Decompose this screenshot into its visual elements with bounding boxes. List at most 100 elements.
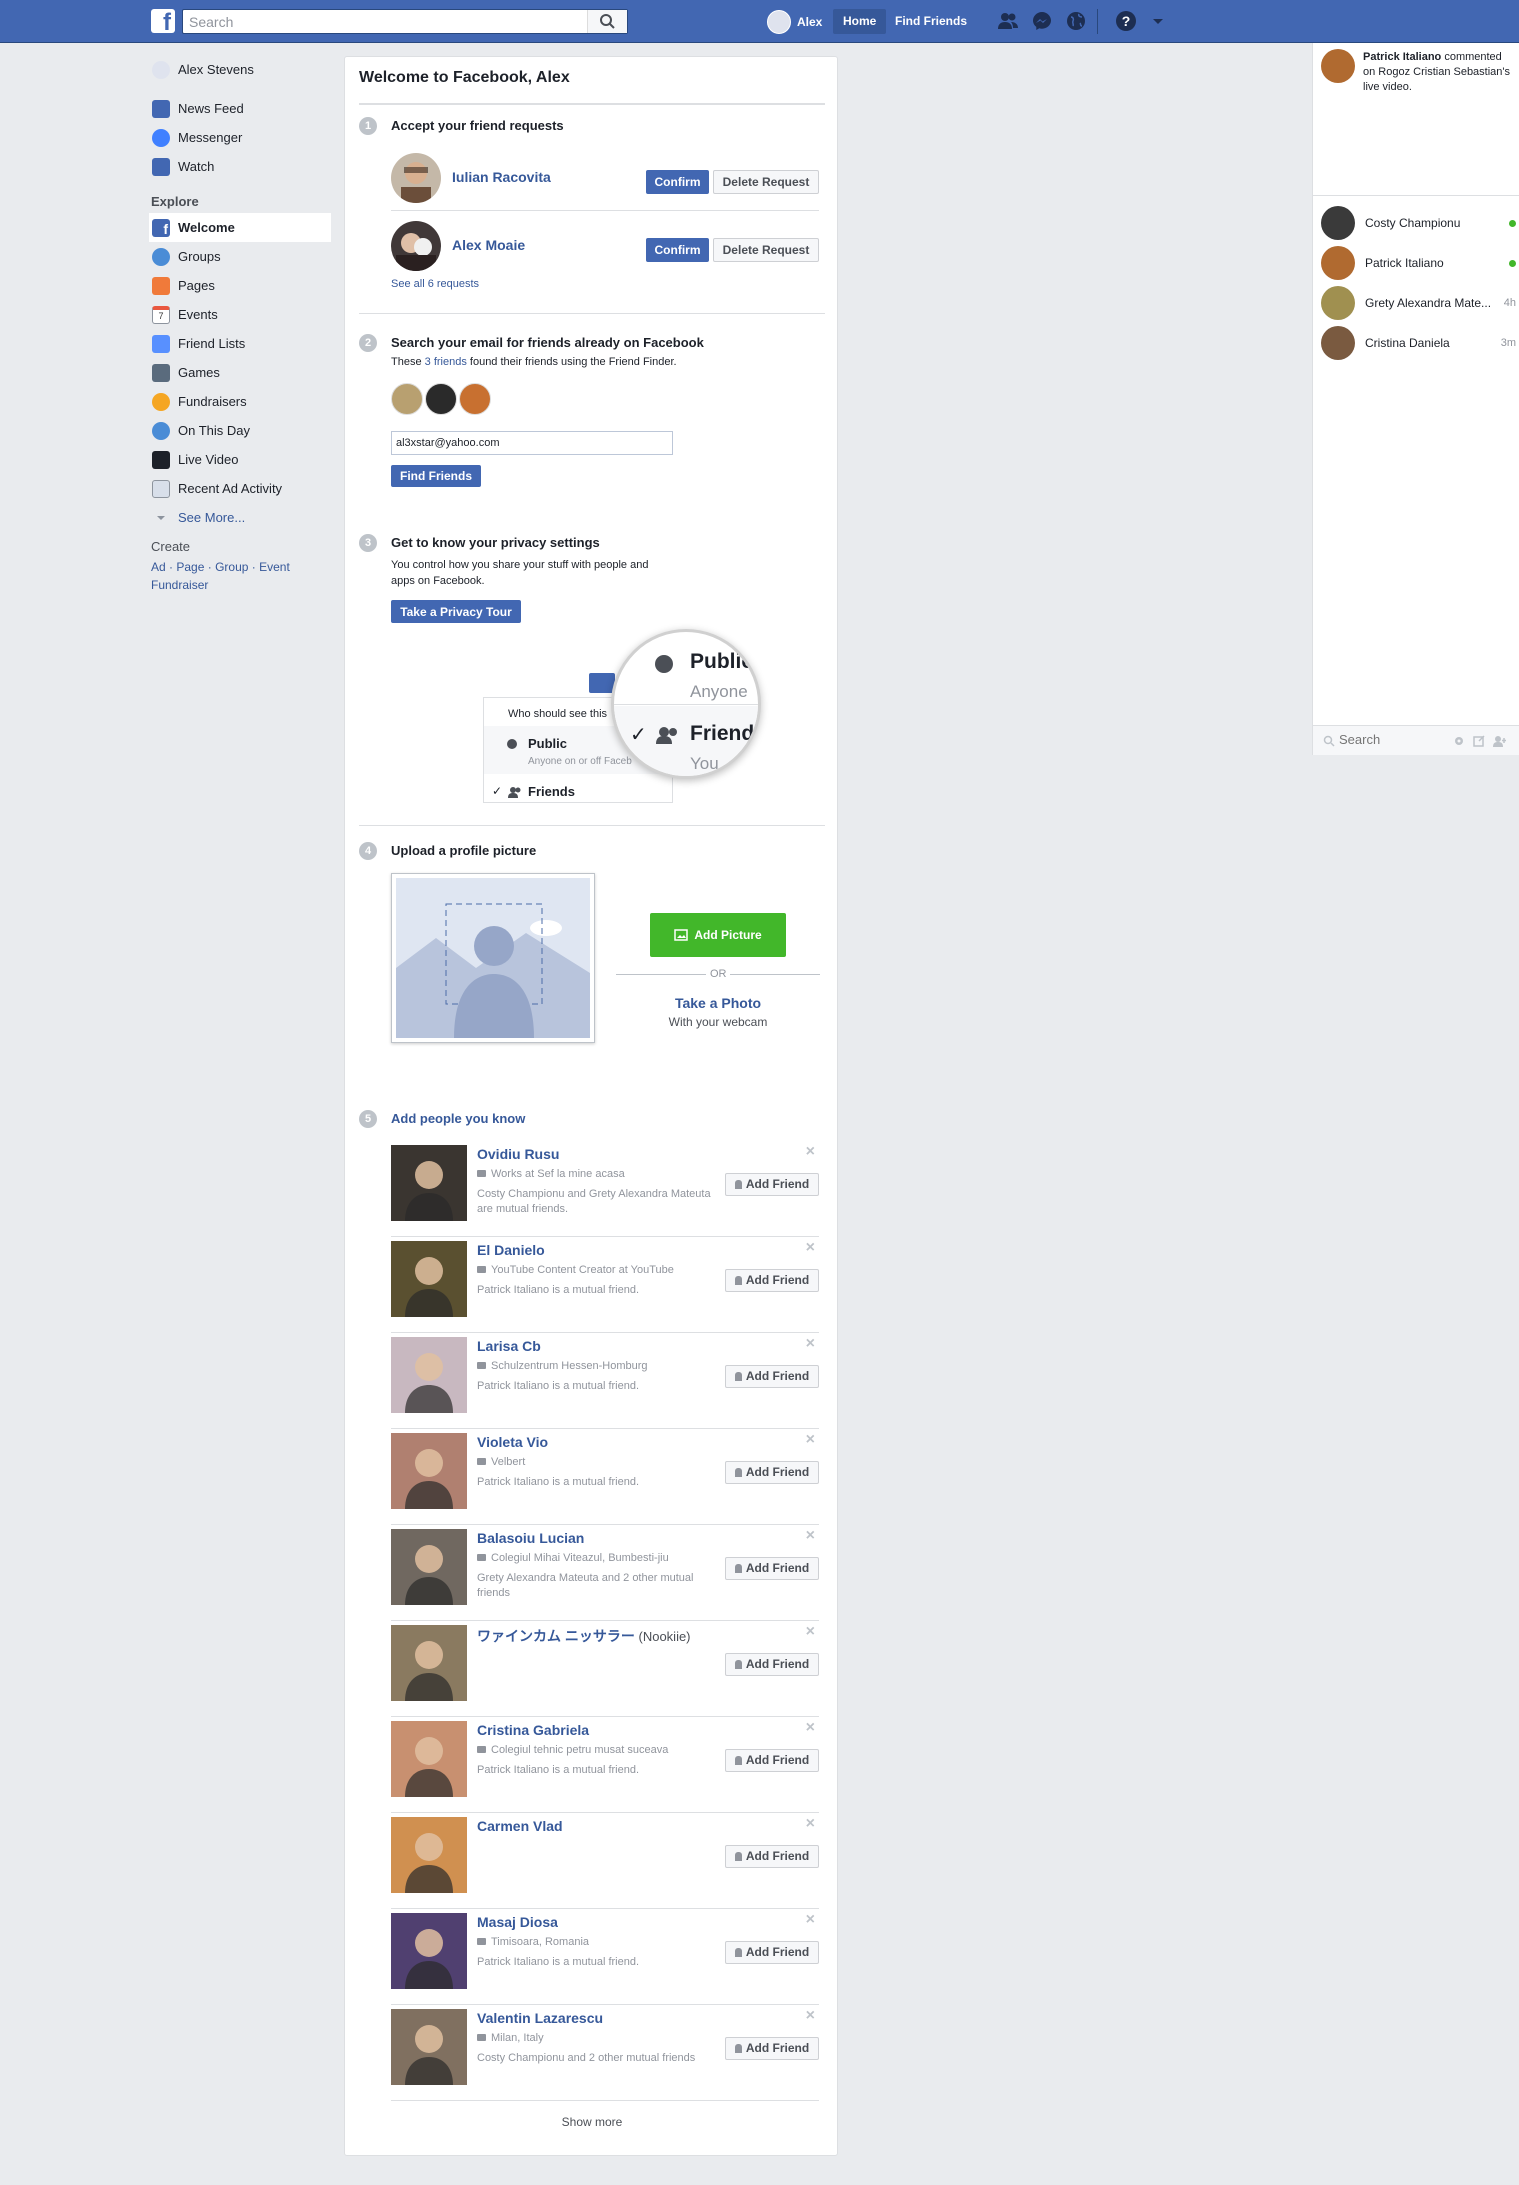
add-friend-button[interactable]: Add Friend <box>725 1845 819 1868</box>
sidebar-item-watch[interactable]: Watch <box>151 152 331 181</box>
person-photo[interactable] <box>391 1433 467 1509</box>
person-name[interactable]: Larisa Cb <box>477 1338 541 1354</box>
chat-contact[interactable]: Costy Championu <box>1321 205 1516 241</box>
create-group-icon[interactable] <box>1493 735 1507 747</box>
person-photo[interactable] <box>391 1337 467 1413</box>
see-all-requests-link[interactable]: See all 6 requests <box>391 278 479 290</box>
sidebar-item-events[interactable]: 7 Events <box>151 300 331 329</box>
ticker-story[interactable]: Patrick Italiano commented on Rogoz Cris… <box>1363 50 1517 95</box>
chat-search-input[interactable] <box>1339 732 1439 747</box>
avatar[interactable] <box>425 383 457 415</box>
add-friend-button[interactable]: Add Friend <box>725 1557 819 1580</box>
close-icon[interactable]: × <box>806 1911 815 1929</box>
find-friends-link[interactable]: Find Friends <box>895 9 967 34</box>
create-group-link[interactable]: Group <box>215 560 248 574</box>
avatar[interactable] <box>1321 49 1355 83</box>
sidebar-item-live-video[interactable]: Live Video <box>151 445 331 474</box>
email-field[interactable] <box>391 431 673 455</box>
person-photo[interactable] <box>391 1913 467 1989</box>
add-friend-button[interactable]: Add Friend <box>725 1941 819 1964</box>
person-name[interactable]: Cristina Gabriela <box>477 1722 589 1738</box>
sidebar-item-profile[interactable]: Alex Stevens <box>151 55 331 84</box>
person-photo[interactable] <box>391 1625 467 1701</box>
requester-name[interactable]: Iulian Racovita <box>452 169 551 185</box>
avatar[interactable] <box>459 383 491 415</box>
find-friends-button[interactable]: Find Friends <box>391 465 481 487</box>
avatar[interactable] <box>391 383 423 415</box>
chat-contact[interactable]: Grety Alexandra Mate... 4h <box>1321 285 1516 321</box>
sidebar-item-recent-ad-activity[interactable]: Recent Ad Activity <box>151 474 331 503</box>
person-photo[interactable] <box>391 1721 467 1797</box>
add-friend-button[interactable]: Add Friend <box>725 1461 819 1484</box>
avatar[interactable] <box>391 221 441 271</box>
person-name[interactable]: ワァインカム ニッサラー (Nookiie) <box>477 1626 691 1646</box>
person-name[interactable]: Carmen Vlad <box>477 1818 563 1834</box>
notifications-globe-icon[interactable] <box>1065 10 1087 32</box>
close-icon[interactable]: × <box>806 1335 815 1353</box>
close-icon[interactable]: × <box>806 1239 815 1257</box>
close-icon[interactable]: × <box>806 1815 815 1833</box>
add-friend-button[interactable]: Add Friend <box>725 1653 819 1676</box>
close-icon[interactable]: × <box>806 1623 815 1641</box>
delete-request-button[interactable]: Delete Request <box>713 238 819 262</box>
person-photo[interactable] <box>391 1145 467 1221</box>
close-icon[interactable]: × <box>806 1719 815 1737</box>
friend-requests-icon[interactable] <box>997 10 1019 32</box>
sidebar-item-news-feed[interactable]: News Feed <box>151 94 331 123</box>
chat-contact[interactable]: Patrick Italiano <box>1321 245 1516 281</box>
person-photo[interactable] <box>391 1529 467 1605</box>
person-name[interactable]: Ovidiu Rusu <box>477 1146 559 1162</box>
add-friend-button[interactable]: Add Friend <box>725 1749 819 1772</box>
add-friend-button[interactable]: Add Friend <box>725 2037 819 2060</box>
person-name[interactable]: Masaj Diosa <box>477 1914 558 1930</box>
person-name[interactable]: Valentin Lazarescu <box>477 2010 603 2026</box>
create-ad-link[interactable]: Ad <box>151 560 166 574</box>
take-photo-link[interactable]: Take a Photo <box>616 995 820 1011</box>
create-event-link[interactable]: Event <box>259 560 290 574</box>
three-friends-link[interactable]: 3 friends <box>425 356 467 368</box>
close-icon[interactable]: × <box>806 1431 815 1449</box>
add-friend-button[interactable]: Add Friend <box>725 1365 819 1388</box>
privacy-tour-button[interactable]: Take a Privacy Tour <box>391 600 521 623</box>
help-icon[interactable]: ? <box>1115 10 1137 32</box>
search-input[interactable] <box>183 10 593 33</box>
avatar[interactable] <box>391 153 441 203</box>
search-button[interactable] <box>587 10 627 33</box>
messenger-icon[interactable] <box>1031 10 1053 32</box>
facebook-logo[interactable]: f <box>151 9 175 33</box>
add-picture-button[interactable]: Add Picture <box>650 913 786 957</box>
profile-picture-placeholder[interactable] <box>391 873 595 1043</box>
gear-icon[interactable] <box>1453 735 1465 747</box>
delete-request-button[interactable]: Delete Request <box>713 170 819 194</box>
person-name[interactable]: El Danielo <box>477 1242 545 1258</box>
account-menu-chevron-down-icon[interactable] <box>1147 10 1169 32</box>
chat-contact[interactable]: Cristina Daniela 3m <box>1321 325 1516 361</box>
close-icon[interactable]: × <box>806 1143 815 1161</box>
sidebar-see-more[interactable]: See More... <box>151 503 331 532</box>
close-icon[interactable]: × <box>806 1527 815 1545</box>
sidebar-item-welcome[interactable]: f Welcome <box>149 213 331 242</box>
sidebar-item-fundraisers[interactable]: Fundraisers <box>151 387 331 416</box>
sidebar-item-groups[interactable]: Groups <box>151 242 331 271</box>
sidebar-item-messenger[interactable]: Messenger <box>151 123 331 152</box>
confirm-button[interactable]: Confirm <box>646 170 709 194</box>
person-photo[interactable] <box>391 1817 467 1893</box>
sidebar-item-on-this-day[interactable]: On This Day <box>151 416 331 445</box>
sidebar-item-games[interactable]: Games <box>151 358 331 387</box>
person-name[interactable]: Violeta Vio <box>477 1434 548 1450</box>
profile-link[interactable]: Alex <box>767 9 822 34</box>
create-fundraiser-link[interactable]: Fundraiser <box>151 578 208 592</box>
home-link[interactable]: Home <box>833 9 887 34</box>
new-message-icon[interactable] <box>1473 735 1485 747</box>
create-page-link[interactable]: Page <box>176 560 204 574</box>
sidebar-item-pages[interactable]: Pages <box>151 271 331 300</box>
confirm-button[interactable]: Confirm <box>646 238 709 262</box>
add-friend-button[interactable]: Add Friend <box>725 1269 819 1292</box>
close-icon[interactable]: × <box>806 2007 815 2025</box>
add-friend-button[interactable]: Add Friend <box>725 1173 819 1196</box>
show-more-link[interactable]: Show more <box>345 2115 839 2129</box>
person-photo[interactable] <box>391 1241 467 1317</box>
person-name[interactable]: Balasoiu Lucian <box>477 1530 584 1546</box>
sidebar-item-friend-lists[interactable]: Friend Lists <box>151 329 331 358</box>
person-photo[interactable] <box>391 2009 467 2085</box>
